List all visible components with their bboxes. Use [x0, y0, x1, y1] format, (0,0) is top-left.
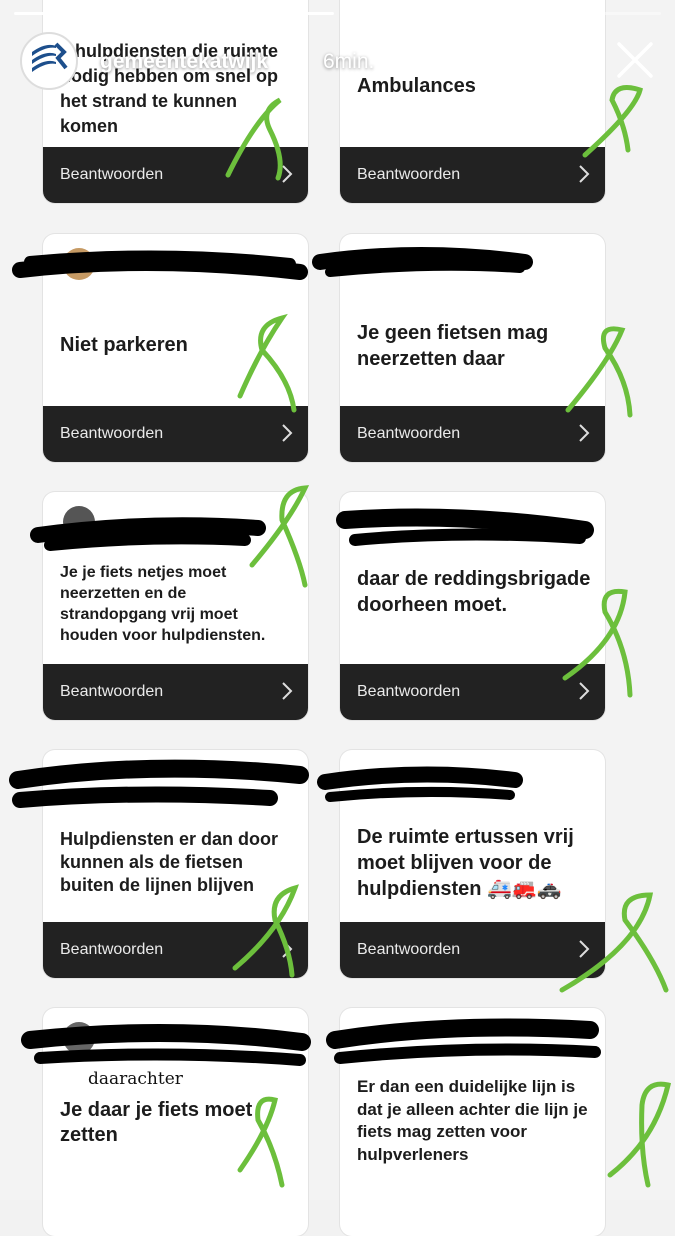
- progress-segment: [231, 12, 335, 15]
- katwijk-logo[interactable]: [20, 32, 78, 90]
- avatar: [63, 248, 95, 280]
- reply-bar[interactable]: Beantwoorden: [340, 406, 605, 462]
- answer-text: Hulpdiensten er dan door kunnen als de f…: [60, 829, 279, 895]
- progress-segment: [340, 12, 444, 15]
- reply-bar[interactable]: Beantwoorden: [340, 664, 605, 720]
- reply-label: Beantwoorden: [60, 166, 164, 183]
- reply-label: Beantwoorden: [60, 425, 164, 442]
- reply-bar[interactable]: Beantwoorden: [340, 922, 605, 978]
- chevron-right-icon: [579, 424, 590, 442]
- answer-card-8[interactable]: De ruimte ertussen vrij moet blijven voo…: [340, 750, 605, 978]
- answer-text: Je daar je fiets moet zetten: [60, 1099, 253, 1146]
- answer-card-9[interactable]: Je daar je fiets moet zetten: [43, 1008, 308, 1236]
- reply-label: Beantwoorden: [60, 941, 164, 958]
- answer-text: Je je fiets netjes moet neerzetten en de…: [60, 564, 266, 644]
- answer-text: Er dan een duidelijke lijn is dat je all…: [357, 1077, 588, 1164]
- progress-segment: [14, 12, 117, 15]
- reply-label: Beantwoorden: [357, 941, 461, 958]
- story-time: 6min.: [323, 50, 375, 73]
- answer-card-5[interactable]: Je je fiets netjes moet neerzetten en de…: [43, 492, 308, 720]
- reply-bar[interactable]: Beantwoorden: [43, 147, 308, 203]
- answer-text: Je geen fietsen mag neerzetten daar: [357, 322, 549, 370]
- chevron-right-icon: [579, 682, 590, 700]
- chevron-right-icon: [282, 165, 293, 183]
- chevron-right-icon: [282, 424, 293, 442]
- story-header: gemeentekatwijk 6min.: [20, 30, 655, 94]
- chevron-right-icon: [282, 940, 293, 958]
- reply-label: Beantwoorden: [357, 425, 461, 442]
- story-progress-bar: [14, 12, 661, 16]
- more-icon[interactable]: [555, 44, 595, 74]
- progress-segment-current: [558, 12, 661, 15]
- reply-label: Beantwoorden: [60, 683, 164, 700]
- answer-text: De ruimte ertussen vrij moet blijven voo…: [357, 826, 574, 900]
- avatar: [63, 1022, 95, 1054]
- progress-segment: [122, 12, 226, 15]
- answer-text: Niet parkeren: [60, 334, 188, 356]
- answer-card-7[interactable]: Hulpdiensten er dan door kunnen als de f…: [43, 750, 308, 978]
- logo-mark: [32, 42, 68, 72]
- answer-card-3[interactable]: Niet parkeren Beantwoorden: [43, 234, 308, 462]
- chevron-right-icon: [282, 682, 293, 700]
- reply-label: Beantwoorden: [357, 166, 461, 183]
- reply-bar[interactable]: Beantwoorden: [43, 922, 308, 978]
- story-username[interactable]: gemeentekatwijk: [100, 50, 268, 74]
- answer-card-6[interactable]: daar de reddingsbrigade doorheen moet. B…: [340, 492, 605, 720]
- chevron-right-icon: [579, 940, 590, 958]
- answer-text: daar de reddingsbrigade doorheen moet.: [357, 568, 591, 616]
- reply-bar[interactable]: Beantwoorden: [340, 147, 605, 203]
- reply-bar[interactable]: Beantwoorden: [43, 664, 308, 720]
- progress-segment: [449, 12, 553, 15]
- chevron-right-icon: [579, 165, 590, 183]
- handwritten-note: daarachter: [88, 1069, 183, 1089]
- avatar: [63, 506, 95, 538]
- answer-card-10[interactable]: Er dan een duidelijke lijn is dat je all…: [340, 1008, 605, 1236]
- close-icon[interactable]: [615, 40, 655, 80]
- answer-card-4[interactable]: Je geen fietsen mag neerzetten daar Bean…: [340, 234, 605, 462]
- reply-label: Beantwoorden: [357, 683, 461, 700]
- reply-bar[interactable]: Beantwoorden: [43, 406, 308, 462]
